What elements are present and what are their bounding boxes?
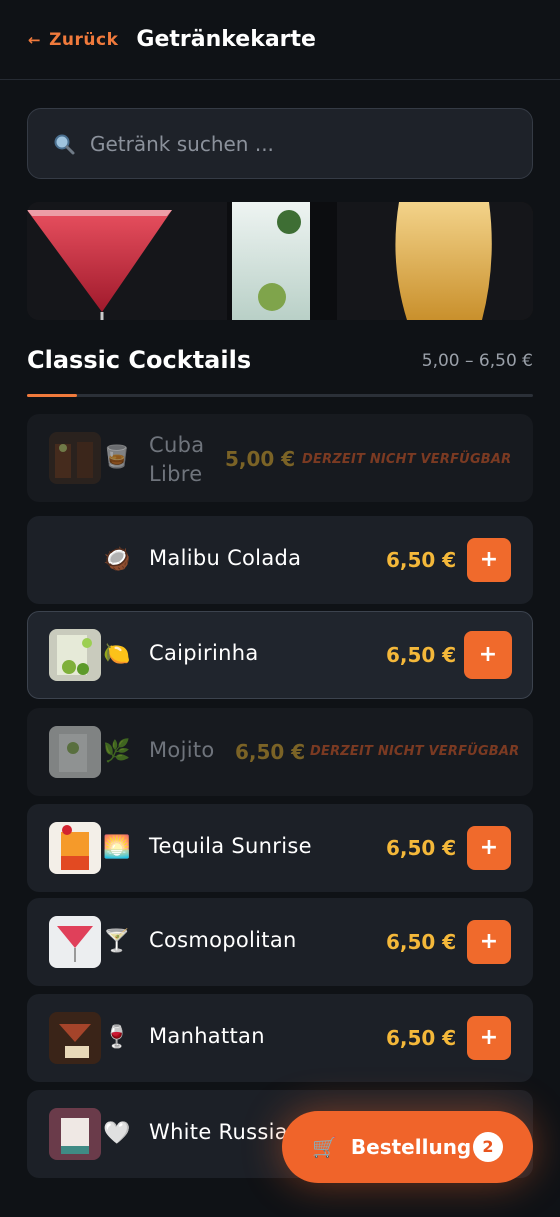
item-name: Malibu Colada <box>149 546 302 570</box>
coconut-icon: 🥥 <box>103 547 131 572</box>
back-label: Zurück <box>49 29 119 50</box>
cocktail-glass-icon: 🍸 <box>103 929 131 954</box>
item-price: 6,50 € <box>386 643 457 667</box>
section-price-range: 5,00 – 6,50 € <box>421 351 533 371</box>
item-name: Cosmopolitan <box>149 928 297 952</box>
menu-item-malibu-colada[interactable]: 🥥 Malibu Colada 6,50 € + <box>27 516 533 604</box>
search-input[interactable] <box>90 131 510 156</box>
menu-item-cuba-libre: 🥃 Cuba Libre 5,00 € DERZEIT NICHT VERFÜG… <box>27 414 533 502</box>
item-name: Cuba Libre <box>149 431 204 489</box>
menu-item-tequila-sunrise[interactable]: 🌅 Tequila Sunrise 6,50 € + <box>27 804 533 892</box>
search-bar[interactable] <box>27 108 533 179</box>
menu-item-mojito: 🌿 Mojito 6,50 € DERZEIT NICHT VERFÜGBAR <box>27 708 533 796</box>
section-divider-accent <box>27 394 77 397</box>
search-icon <box>52 132 76 156</box>
cocktail-banner-image <box>27 202 533 320</box>
section-title: Classic Cocktails <box>27 346 252 374</box>
item-name-line1: Cuba <box>149 433 205 457</box>
add-to-order-button[interactable]: + <box>464 631 512 679</box>
shopping-cart-icon: 🛒 <box>312 1135 337 1159</box>
order-cart-button[interactable]: 🛒 Bestellung 2 <box>282 1111 533 1183</box>
drink-thumbnail <box>49 629 101 681</box>
unavailable-label: DERZEIT NICHT VERFÜGBAR <box>302 452 512 467</box>
sunrise-icon: 🌅 <box>103 835 131 860</box>
drink-thumbnail <box>49 1108 101 1160</box>
item-price: 5,00 € <box>225 447 296 471</box>
item-price: 6,50 € <box>386 548 457 572</box>
item-name: Mojito <box>149 738 215 762</box>
add-to-order-button[interactable]: + <box>467 920 511 964</box>
section-divider <box>27 394 533 397</box>
cart-label: Bestellung <box>350 1135 472 1159</box>
herb-icon: 🌿 <box>103 739 131 764</box>
item-price: 6,50 € <box>386 1026 457 1050</box>
item-name-line2: Libre <box>149 462 203 486</box>
back-button[interactable]: ← Zurück <box>28 30 118 50</box>
add-to-order-button[interactable]: + <box>467 826 511 870</box>
lemon-icon: 🍋 <box>103 642 131 667</box>
drink-thumbnail <box>49 822 101 874</box>
drink-thumbnail <box>49 1012 101 1064</box>
item-name: Caipirinha <box>149 641 259 665</box>
item-price: 6,50 € <box>386 836 457 860</box>
drink-thumbnail <box>49 916 101 968</box>
item-name: Tequila Sunrise <box>149 834 312 858</box>
tumbler-glass-icon: 🥃 <box>103 445 131 470</box>
unavailable-label: DERZEIT NICHT VERFÜGBAR <box>310 744 520 759</box>
menu-item-manhattan[interactable]: 🍷 Manhattan 6,50 € + <box>27 994 533 1082</box>
add-to-order-button[interactable]: + <box>467 1016 511 1060</box>
item-price: 6,50 € <box>235 740 306 764</box>
page-title: Getränkekarte <box>136 27 316 52</box>
app-header: ← Zurück Getränkekarte <box>0 0 560 80</box>
drink-thumbnail <box>49 726 101 778</box>
wine-glass-icon: 🍷 <box>103 1025 131 1050</box>
cart-count-badge: 2 <box>473 1132 503 1162</box>
drink-thumbnail <box>49 432 101 484</box>
white-heart-icon: 🤍 <box>103 1121 131 1146</box>
menu-item-cosmopolitan[interactable]: 🍸 Cosmopolitan 6,50 € + <box>27 898 533 986</box>
item-name: Manhattan <box>149 1024 265 1048</box>
item-price: 6,50 € <box>386 930 457 954</box>
back-arrow-icon: ← <box>28 30 42 49</box>
add-to-order-button[interactable]: + <box>467 538 511 582</box>
item-name: White Russia <box>149 1120 288 1144</box>
menu-item-caipirinha[interactable]: 🍋 Caipirinha 6,50 € + <box>27 611 533 699</box>
